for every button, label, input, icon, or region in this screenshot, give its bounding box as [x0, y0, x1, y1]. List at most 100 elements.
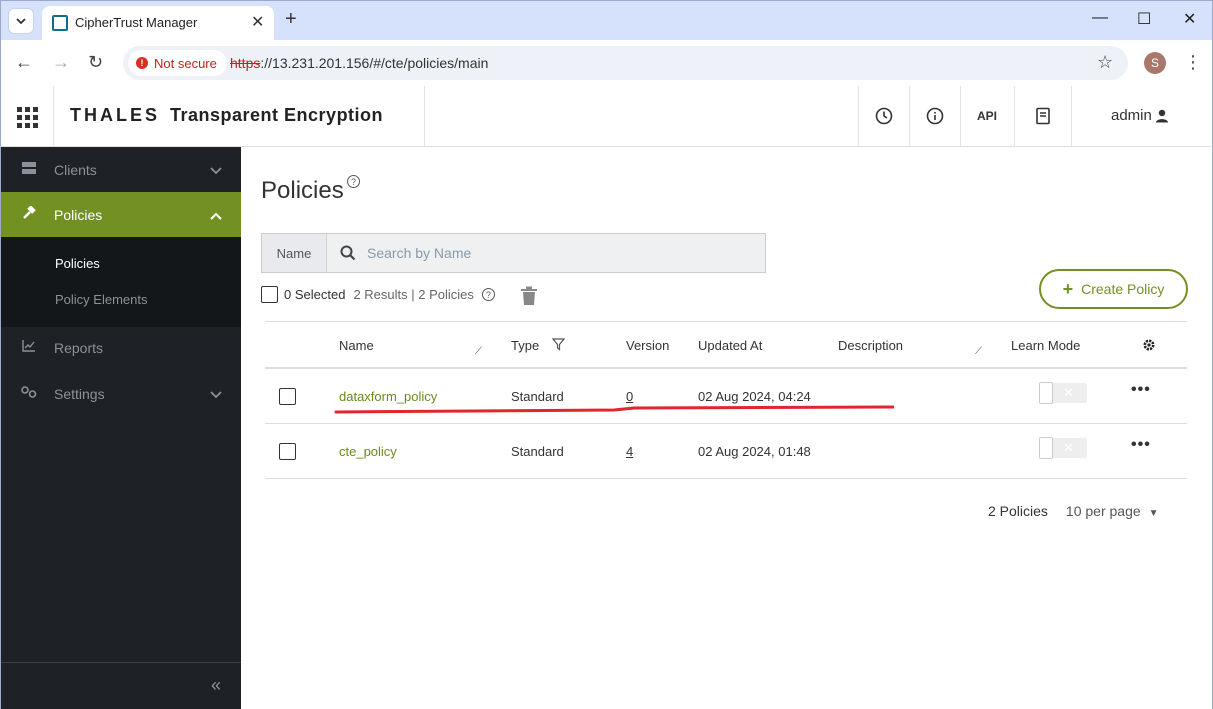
plus-icon: +: [1062, 278, 1074, 299]
brand: THALES Transparent Encryption: [70, 105, 383, 126]
sidebar-item-label: Reports: [54, 339, 104, 356]
browser-tab-bar: CipherTrust Manager ✕ + — ☐ ✕: [0, 0, 1213, 41]
search-bar: Name: [261, 233, 766, 273]
learn-mode-toggle[interactable]: ✕: [1039, 382, 1087, 404]
security-chip[interactable]: ! Not secure: [128, 50, 227, 76]
divider: [1, 662, 241, 663]
url-rest: ://13.231.201.156/#/cte/policies/main: [260, 55, 489, 71]
row-checkbox[interactable]: [279, 388, 296, 405]
divider: [424, 86, 425, 146]
policy-name-link[interactable]: dataxform_policy: [339, 389, 437, 404]
policy-type: Standard: [511, 389, 564, 404]
gear-icon[interactable]: [1142, 338, 1156, 352]
url-text[interactable]: https://13.231.201.156/#/cte/policies/ma…: [230, 55, 488, 71]
chevron-up-icon: [210, 207, 222, 223]
search-field-selector[interactable]: Name: [262, 234, 327, 272]
column-header-version[interactable]: Version: [626, 338, 669, 353]
chevron-down-icon: [210, 386, 222, 402]
warning-icon: !: [136, 57, 148, 69]
sidebar-item-policies[interactable]: Policies: [1, 192, 241, 237]
chart-icon: [21, 340, 37, 355]
search-input[interactable]: [367, 242, 747, 264]
brand-product: Transparent Encryption: [170, 105, 384, 125]
column-header-learn-mode: Learn Mode: [1011, 338, 1081, 353]
address-bar[interactable]: ! Not secure https://13.231.201.156/#/ct…: [123, 46, 1128, 80]
more-actions-icon[interactable]: •••: [1131, 436, 1151, 454]
help-icon[interactable]: ?: [481, 288, 495, 301]
results-count: 2 Results | 2 Policies: [353, 287, 474, 302]
divider: [53, 86, 54, 146]
close-tab-icon[interactable]: ✕: [251, 12, 264, 32]
policy-name-link[interactable]: cte_policy: [339, 444, 397, 459]
user-menu[interactable]: admin: [1111, 107, 1169, 124]
total-count: 2 Policies: [988, 503, 1048, 519]
column-header-description[interactable]: Description: [838, 338, 903, 353]
resize-handle-icon[interactable]: ⟋: [975, 346, 982, 357]
back-button[interactable]: ←: [15, 52, 33, 73]
minimize-button[interactable]: —: [1092, 9, 1108, 27]
policy-type: Standard: [511, 444, 564, 459]
docs-button[interactable]: [1014, 86, 1071, 146]
tab-search-button[interactable]: [8, 8, 34, 34]
column-header-type[interactable]: Type: [511, 338, 539, 353]
pagination: 2 Policies 10 per page ▼: [988, 503, 1159, 519]
chevron-down-icon: [210, 162, 222, 178]
main-content: Policies ? Name 0 Selected 2 Results | 2…: [241, 147, 1213, 709]
per-page-select[interactable]: 10 per page ▼: [1066, 503, 1159, 519]
filter-icon[interactable]: [552, 338, 565, 351]
policy-updated-at: 02 Aug 2024, 04:24: [698, 389, 811, 404]
policy-version-link[interactable]: 4: [626, 444, 633, 459]
table-row[interactable]: dataxform_policy Standard 0 02 Aug 2024,…: [265, 369, 1187, 424]
user-icon: [1155, 109, 1168, 122]
info-button[interactable]: [909, 86, 960, 146]
select-all-checkbox[interactable]: [261, 286, 278, 303]
column-header-updated-at[interactable]: Updated At: [698, 338, 762, 353]
profile-avatar[interactable]: S: [1144, 52, 1166, 74]
sidebar-item-reports[interactable]: Reports: [1, 325, 241, 370]
browser-menu-icon[interactable]: ⋮: [1184, 52, 1202, 73]
learn-mode-toggle[interactable]: ✕: [1039, 437, 1087, 459]
hammer-icon: [21, 205, 37, 223]
bookmark-star-icon[interactable]: ☆: [1097, 52, 1113, 73]
api-button[interactable]: API: [960, 86, 1014, 146]
sidebar-item-label: Settings: [54, 385, 105, 402]
security-label: Not secure: [154, 55, 217, 71]
annotation-underline: [334, 405, 894, 414]
table-row[interactable]: cte_policy Standard 4 02 Aug 2024, 01:48…: [265, 424, 1187, 479]
search-box: [327, 234, 765, 272]
page-title: Policies: [261, 177, 344, 204]
help-icon[interactable]: ?: [347, 175, 360, 188]
delete-trash-icon[interactable]: [520, 286, 538, 306]
sidebar-subitem-policy-elements[interactable]: Policy Elements: [55, 292, 147, 307]
sidebar-item-settings[interactable]: Settings: [1, 371, 241, 416]
more-actions-icon[interactable]: •••: [1131, 381, 1151, 399]
sidebar-subitem-policies[interactable]: Policies: [55, 256, 100, 271]
user-name: admin: [1111, 107, 1152, 124]
history-button[interactable]: [858, 86, 909, 146]
forward-button[interactable]: →: [52, 52, 70, 73]
policy-version-link[interactable]: 0: [626, 389, 633, 404]
row-checkbox[interactable]: [279, 443, 296, 460]
caret-down-icon: ▼: [1148, 508, 1159, 519]
reload-button[interactable]: ↻: [88, 52, 103, 73]
browser-tab[interactable]: CipherTrust Manager ✕: [42, 6, 274, 41]
new-tab-button[interactable]: +: [285, 8, 297, 31]
sidebar-item-label: Policies: [54, 206, 103, 223]
window-close-button[interactable]: ✕: [1183, 9, 1196, 29]
app-grid-icon[interactable]: [17, 107, 38, 128]
sidebar: Clients Policies Policies Policy Element…: [0, 147, 241, 709]
book-icon: [1035, 107, 1050, 125]
app-header: THALES Transparent Encryption API admin: [0, 86, 1213, 147]
clock-icon: [875, 107, 892, 125]
collapse-sidebar-icon[interactable]: «: [211, 675, 221, 696]
create-policy-button[interactable]: + Create Policy: [1039, 269, 1188, 309]
chevron-down-icon: [16, 18, 26, 25]
resize-handle-icon[interactable]: ⟋: [475, 346, 482, 357]
favicon-icon: [52, 15, 68, 31]
sidebar-item-clients[interactable]: Clients: [1, 147, 241, 192]
maximize-button[interactable]: ☐: [1137, 9, 1151, 29]
policies-submenu: Policies Policy Elements: [1, 237, 241, 327]
column-header-name[interactable]: Name: [339, 338, 374, 353]
gears-icon: [21, 386, 37, 401]
info-icon: [926, 107, 943, 125]
